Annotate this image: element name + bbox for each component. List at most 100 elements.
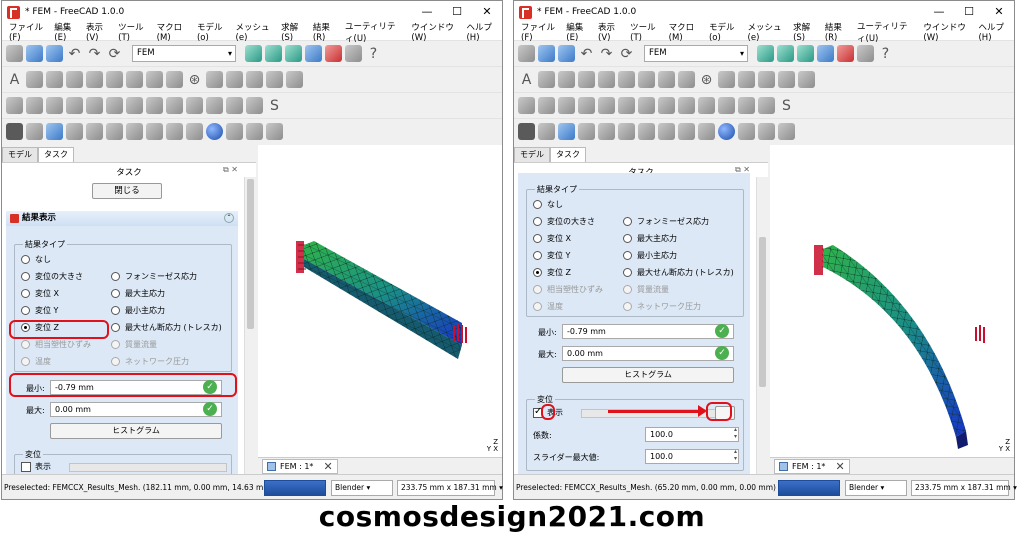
heat-flux-icon[interactable]: [206, 71, 223, 88]
electrostatic-icon[interactable]: [518, 97, 535, 114]
close-tab-icon[interactable]: ✕: [835, 460, 844, 473]
menu-solve[interactable]: 求解(S): [277, 21, 309, 43]
refresh-icon[interactable]: ⟳: [618, 46, 635, 62]
magnetization-icon[interactable]: [538, 97, 555, 114]
panel-float-icon[interactable]: ⧉ ✕: [223, 165, 238, 175]
whats-this-icon[interactable]: ?: [365, 46, 382, 62]
box-view-icon[interactable]: [738, 123, 755, 140]
sphere-icon[interactable]: [538, 71, 555, 88]
view-cube-selector[interactable]: [778, 480, 840, 496]
data-at-point-icon[interactable]: [186, 123, 203, 140]
menu-results[interactable]: 結果(R): [309, 21, 341, 43]
max-field[interactable]: 0.00 mm: [50, 402, 222, 417]
draw-style-icon[interactable]: [837, 45, 854, 62]
equation-icon[interactable]: [206, 97, 223, 114]
body-heat-icon[interactable]: [778, 71, 795, 88]
tie-constraint-icon[interactable]: [146, 71, 163, 88]
view-cube-icon[interactable]: [285, 45, 302, 62]
new-file-icon[interactable]: [518, 45, 535, 62]
save-icon[interactable]: [46, 45, 63, 62]
menu-results[interactable]: 結果(R): [821, 21, 853, 43]
tab-task[interactable]: タスク: [38, 147, 74, 162]
clip-scalar-icon[interactable]: [86, 123, 103, 140]
3d-viewport[interactable]: ZY X: [770, 145, 1014, 457]
cut-function-icon[interactable]: [106, 123, 123, 140]
show-checkbox[interactable]: 表示: [21, 461, 51, 472]
pressure-constraint-icon[interactable]: [86, 71, 103, 88]
radio-min-principal[interactable]: 最小主応力: [623, 250, 677, 261]
data-along-line-icon[interactable]: [678, 123, 695, 140]
menu-model[interactable]: モデル(o): [705, 21, 744, 43]
menu-help[interactable]: ヘルプ(H): [974, 21, 1014, 43]
document-tab[interactable]: FEM : 1* ✕: [774, 459, 850, 474]
mesh-boundary-icon[interactable]: [618, 97, 635, 114]
panel-scrollbar[interactable]: [244, 177, 256, 474]
run-solver-icon[interactable]: [226, 97, 243, 114]
min-field[interactable]: -0.79 mm: [562, 324, 734, 339]
section-header[interactable]: 結果表示 ⌃: [6, 211, 238, 226]
equation-icon[interactable]: [718, 97, 735, 114]
displacement-slider[interactable]: [69, 463, 227, 472]
menu-file[interactable]: ファイル(F): [517, 21, 562, 43]
histogram-button[interactable]: ヒストグラム: [50, 423, 222, 439]
collapse-icon[interactable]: ⌃: [224, 213, 234, 223]
zoom-fit-icon[interactable]: [757, 45, 774, 62]
menu-utilities[interactable]: ユーティリティ(U): [341, 20, 407, 44]
mesh-boundary-icon[interactable]: [106, 97, 123, 114]
flow-velocity-icon[interactable]: [286, 71, 303, 88]
mesh-netgen-icon[interactable]: [578, 97, 595, 114]
show-checkbox[interactable]: 表示: [533, 406, 563, 418]
box2-view-icon[interactable]: [246, 123, 263, 140]
slider-handle[interactable]: [715, 406, 735, 420]
fixed-constraint-icon[interactable]: [46, 71, 63, 88]
data-at-point-icon[interactable]: [698, 123, 715, 140]
box2-view-icon[interactable]: [758, 123, 775, 140]
grid-icon[interactable]: [66, 123, 83, 140]
mesh-group-icon[interactable]: [146, 97, 163, 114]
panel-scrollbar[interactable]: [756, 177, 768, 474]
sphere-view-icon[interactable]: [206, 123, 223, 140]
workbench-select[interactable]: FEM: [644, 45, 748, 62]
menu-utilities[interactable]: ユーティリティ(U): [853, 20, 919, 44]
refresh-results-icon[interactable]: [46, 123, 63, 140]
open-file-icon[interactable]: [538, 45, 555, 62]
menu-tools[interactable]: ツール(T): [114, 21, 153, 43]
radio-none[interactable]: なし: [21, 254, 51, 265]
mesh-netgen-icon[interactable]: [66, 97, 83, 114]
close-tab-icon[interactable]: ✕: [323, 460, 332, 473]
close-button[interactable]: 閉じる: [92, 183, 162, 199]
radio-none[interactable]: なし: [533, 199, 563, 210]
text-annotation-icon[interactable]: A: [518, 72, 535, 88]
menu-help[interactable]: ヘルプ(H): [462, 21, 502, 43]
magnetization-icon[interactable]: [26, 97, 43, 114]
force-constraint-icon[interactable]: [66, 71, 83, 88]
view-cube-selector[interactable]: [264, 480, 326, 496]
warp-vector-icon[interactable]: [638, 123, 655, 140]
force-constraint-icon[interactable]: [578, 71, 595, 88]
zoom-fit-icon[interactable]: [245, 45, 262, 62]
script-icon[interactable]: S: [266, 98, 283, 114]
box3-view-icon[interactable]: [266, 123, 283, 140]
mesh-group-icon[interactable]: [658, 97, 675, 114]
radio-displacement-magnitude[interactable]: 変位の大きさ: [21, 271, 83, 282]
slider-max-spinbox[interactable]: 100.0: [645, 448, 739, 464]
navigation-style-selector[interactable]: Blender ▾: [845, 480, 907, 496]
max-field[interactable]: 0.00 mm: [562, 346, 734, 361]
menu-window[interactable]: ウインドウ(W): [919, 21, 974, 43]
gear-icon[interactable]: ⊛: [186, 72, 203, 88]
radio-max-shear[interactable]: 最大せん断応力 (トレスカ): [111, 322, 222, 333]
radio-max-principal[interactable]: 最大主応力: [111, 288, 165, 299]
box3-view-icon[interactable]: [778, 123, 795, 140]
standard-views-icon[interactable]: [817, 45, 834, 62]
initial-temperature-icon[interactable]: [246, 71, 263, 88]
menu-macro[interactable]: マクロ(M): [665, 21, 705, 43]
results-purge-icon[interactable]: [246, 97, 263, 114]
radio-displacement-x[interactable]: 変位 X: [533, 233, 571, 244]
menu-view[interactable]: 表示(V): [82, 21, 114, 43]
macro-icon[interactable]: [857, 45, 874, 62]
contact-constraint-icon[interactable]: [638, 71, 655, 88]
tab-task[interactable]: タスク: [550, 147, 586, 162]
draw-style-icon[interactable]: [325, 45, 342, 62]
mesh-gmsh-icon[interactable]: [86, 97, 103, 114]
zoom-selection-icon[interactable]: [265, 45, 282, 62]
